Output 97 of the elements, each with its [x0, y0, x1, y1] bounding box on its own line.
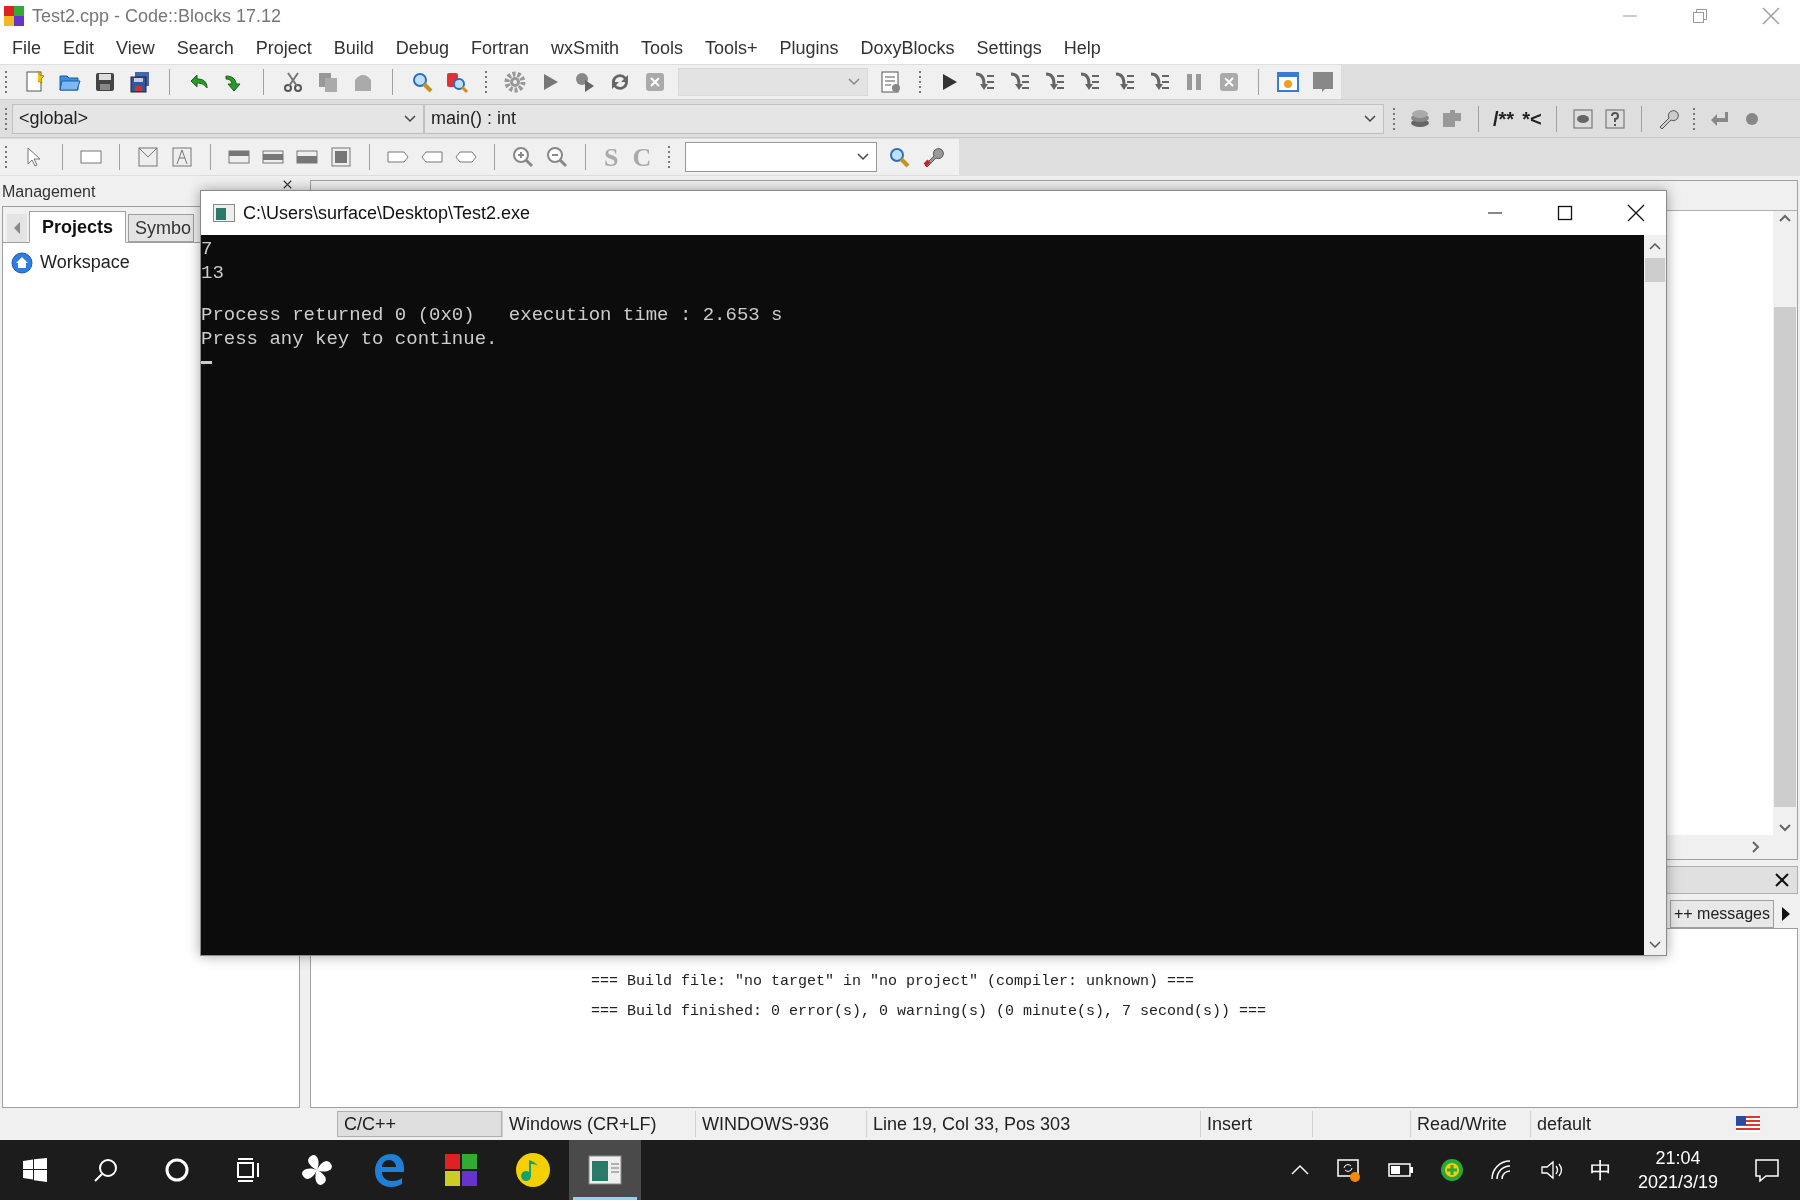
function-value: main() : int [431, 107, 517, 130]
status-field: Read/Write [1410, 1111, 1530, 1137]
target-options-icon[interactable] [879, 69, 903, 94]
clock-date[interactable]: 2021/3/19 [1637, 1170, 1718, 1194]
status-field: Insert [1200, 1111, 1312, 1137]
debug-window-icon[interactable] [1276, 69, 1300, 94]
windows-start-icon[interactable] [23, 1158, 47, 1182]
toolbar-grip-icon[interactable] [4, 105, 8, 132]
scope-dropdown[interactable]: <global> [12, 103, 424, 134]
eye-box-icon[interactable] [1570, 106, 1595, 131]
zoom-out-icon[interactable] [545, 145, 569, 169]
maximize-icon[interactable] [1557, 205, 1573, 221]
music-note-icon[interactable] [515, 1152, 551, 1188]
circle-icon[interactable] [165, 1158, 189, 1182]
menu-item[interactable]: Tools [629, 34, 694, 62]
status-field: WINDOWS-936 [695, 1111, 866, 1137]
menu-item[interactable]: Debug [384, 34, 460, 62]
console-line: 7 [201, 237, 214, 261]
envelope-icon[interactable] [136, 145, 160, 169]
console-line: Process returned 0 (0x0) execution time : 2.653 s [201, 303, 784, 327]
pinwheel-icon[interactable] [299, 1152, 335, 1188]
close-icon[interactable] [1627, 204, 1645, 222]
comment-button[interactable]: /** [1493, 103, 1515, 134]
dropdown-caret-icon[interactable] [1363, 113, 1377, 124]
new-file-icon[interactable] [23, 69, 47, 94]
function-dropdown[interactable]: main() : int [424, 103, 1384, 134]
toolbar-grip-icon[interactable] [4, 68, 8, 95]
menu-item[interactable]: wxSmith [539, 34, 630, 62]
sync-icon[interactable] [1335, 1157, 1362, 1183]
panel-tab[interactable]: Symbo [128, 214, 195, 242]
window-title: C:\Users\surface\Desktop\Test2.exe [243, 201, 531, 225]
menu-item[interactable]: View [105, 34, 166, 62]
status-field: Windows (CR+LF) [502, 1111, 695, 1137]
log-line: === Build finished: 0 error(s), 0 warning(s) (0 minute(s), 7 second(s)) === [591, 1001, 1268, 1022]
toolbar-grip-icon[interactable] [484, 68, 488, 95]
scrollbar-thumb[interactable] [1645, 258, 1665, 282]
toolbar-grip-icon[interactable] [4, 144, 8, 170]
menu-item[interactable]: Tools+ [694, 34, 769, 62]
toolbar-grip-icon[interactable] [1392, 105, 1396, 132]
task-view-icon[interactable] [235, 1157, 261, 1183]
panel-tab[interactable]: Projects [29, 211, 127, 243]
dropdown-caret-icon[interactable] [403, 113, 417, 124]
status-field: Line 19, Col 33, Pos 303 [866, 1111, 1200, 1137]
speaker-icon[interactable] [1539, 1159, 1564, 1181]
scope-value: <global> [19, 107, 89, 130]
save-all-icon[interactable] [128, 69, 152, 94]
zoom-in-icon[interactable] [511, 145, 535, 169]
menu-item[interactable]: Help [1052, 34, 1112, 62]
panel-title: Management [2, 182, 96, 202]
log-line: === Build file: "no target" in "no project" (compiler: unknown) === [591, 972, 1196, 992]
close-icon[interactable] [283, 180, 292, 189]
menu-item[interactable]: Settings [965, 34, 1053, 62]
toolbar-grip-icon[interactable] [1691, 105, 1696, 132]
menu-item[interactable]: Search [165, 34, 245, 62]
gear-icon[interactable] [503, 69, 527, 94]
menu-item[interactable]: File [1, 34, 52, 62]
text-cursor [201, 361, 212, 364]
app-logo-icon [3, 5, 25, 27]
close-icon[interactable] [1775, 873, 1789, 887]
menu-item[interactable]: Build [322, 34, 385, 62]
console-line: Press any key to continue. [201, 327, 499, 351]
flag-icon [1736, 1116, 1760, 1132]
window-title: Test2.cpp - Code::Blocks 17.12 [32, 4, 282, 28]
scroll-right-icon[interactable] [1780, 905, 1792, 923]
color-blocks-icon[interactable] [444, 1153, 478, 1187]
menu-item[interactable]: DoxyBlocks [849, 34, 966, 62]
status-field: default [1530, 1111, 1710, 1137]
log-tab[interactable]: ++ messages [1669, 900, 1774, 928]
chevron-up-icon[interactable] [1289, 1164, 1310, 1176]
console-line: 13 [201, 261, 225, 285]
status-field: C/C++ [337, 1111, 502, 1137]
toolbar-grip-icon[interactable] [667, 144, 672, 170]
speech-bubble-icon[interactable] [1311, 69, 1335, 94]
notification-icon[interactable] [1754, 1157, 1780, 1183]
help-box-icon[interactable] [1602, 106, 1627, 131]
home-icon [11, 251, 33, 274]
toolbar-grip-icon[interactable] [918, 68, 922, 95]
scrollbar-thumb[interactable] [1774, 307, 1796, 807]
restore-icon[interactable] [1692, 8, 1708, 24]
scroll-left-icon[interactable] [7, 214, 27, 242]
console-window-icon [213, 204, 235, 222]
menu-item[interactable]: Project [244, 34, 323, 62]
text-frame-icon[interactable] [170, 145, 194, 169]
comment-button[interactable]: *< [1522, 103, 1542, 134]
console-window-icon[interactable] [588, 1155, 622, 1185]
search-icon[interactable] [93, 1157, 119, 1183]
tree-item[interactable]: Workspace [40, 249, 130, 276]
dropdown-caret-icon[interactable] [856, 152, 871, 162]
plus-circle-icon[interactable] [1439, 1158, 1464, 1182]
battery-icon[interactable] [1387, 1163, 1414, 1177]
menu-item[interactable]: Fortran [459, 34, 540, 62]
clock-time[interactable]: 21:04 [1655, 1146, 1701, 1170]
wrench-icon[interactable] [921, 145, 946, 169]
menu-item[interactable]: Edit [52, 34, 106, 62]
panel-full-icon[interactable] [329, 145, 353, 169]
input-method-indicator[interactable]: 中 [1589, 1153, 1612, 1187]
menu-item[interactable]: Plugins [768, 34, 850, 62]
